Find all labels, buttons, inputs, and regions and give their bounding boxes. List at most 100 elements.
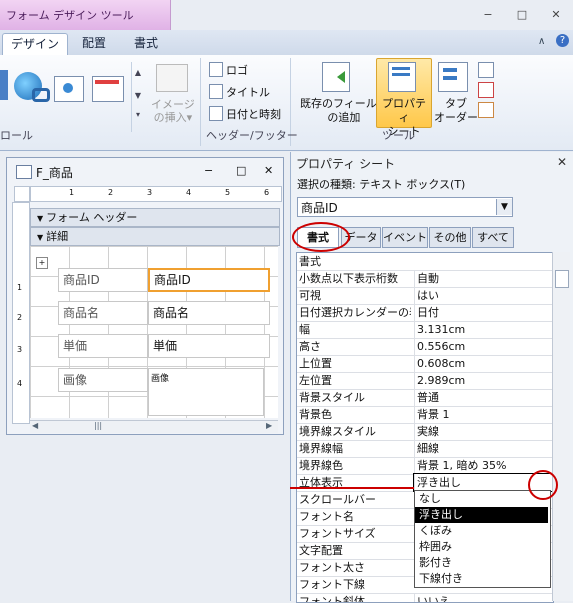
property-name: 背景スタイル xyxy=(299,391,365,404)
label-product-name[interactable]: 商品名 xyxy=(58,301,148,325)
help-icon[interactable]: ? xyxy=(556,34,569,47)
form-maximize-button[interactable]: □ xyxy=(236,164,246,177)
form-header-bar[interactable]: ▼ フォーム ヘッダー xyxy=(30,208,280,227)
property-value[interactable]: はい xyxy=(414,287,553,304)
tab-format[interactable]: 書式 xyxy=(126,33,166,54)
dropdown-arrow-icon: ▾ xyxy=(186,111,193,124)
image-frame-icon[interactable] xyxy=(54,76,84,102)
move-handle-icon[interactable]: + xyxy=(36,257,48,269)
dropdown-option[interactable]: 浮き出し xyxy=(415,507,548,523)
property-value[interactable]: いいえ xyxy=(414,593,553,602)
ptab-other[interactable]: その他 xyxy=(429,227,471,248)
image-insert-button: イメージ の挿入▾ xyxy=(151,98,195,124)
property-value[interactable]: 0.608cm xyxy=(414,355,553,372)
property-row[interactable]: 背景スタイル 普通 xyxy=(297,389,553,407)
maximize-button[interactable]: □ xyxy=(514,8,530,22)
dropdown-option[interactable]: 枠囲み xyxy=(415,539,548,555)
property-value[interactable]: 背景 1 xyxy=(414,406,553,423)
property-row[interactable]: 可視 はい xyxy=(297,287,553,305)
dropdown-option[interactable]: 影付き xyxy=(415,555,548,571)
textbox-product-name[interactable]: 商品名 xyxy=(148,301,270,325)
object-select[interactable]: 商品ID xyxy=(297,197,513,217)
form-close-button[interactable]: ✕ xyxy=(264,164,273,177)
title-button[interactable]: タイトル xyxy=(226,84,270,100)
property-row[interactable]: フォント斜体 いいえ xyxy=(297,593,553,603)
ptab-event[interactable]: イベント xyxy=(382,227,428,248)
property-row[interactable]: 背景色 背景 1 xyxy=(297,406,553,424)
property-value[interactable]: 普通 xyxy=(414,389,553,406)
convert-icon[interactable] xyxy=(478,102,494,118)
property-name: フォント太さ xyxy=(299,561,365,574)
property-row[interactable]: 左位置 2.989cm xyxy=(297,372,553,390)
property-value[interactable]: 0.556cm xyxy=(414,338,553,355)
existing-fields-line2: の追加 xyxy=(327,111,361,124)
image-control[interactable]: 画像 xyxy=(148,368,264,416)
minimize-button[interactable]: − xyxy=(480,8,496,22)
property-value[interactable]: 実線 xyxy=(414,423,553,440)
add-existing-fields-button[interactable]: 既存のフィールド の追加 xyxy=(300,97,388,125)
scroll-thumb[interactable] xyxy=(555,270,569,288)
close-button[interactable]: ✕ xyxy=(548,8,564,22)
property-row[interactable]: 境界線スタイル 実線 xyxy=(297,423,553,441)
header-footer-group-label: ヘッダー/フッター xyxy=(206,129,298,142)
datetime-button[interactable]: 日付と時刻 xyxy=(226,106,281,122)
scroll-grip-icon[interactable]: ||| xyxy=(94,421,102,430)
logo-button[interactable]: ロゴ xyxy=(226,62,248,78)
dropdown-option[interactable]: なし xyxy=(415,491,548,507)
dropdown-option[interactable]: 下線付き xyxy=(415,571,548,587)
code-icon[interactable] xyxy=(478,62,494,78)
title-icon xyxy=(209,84,223,99)
ruler-mark: 2 xyxy=(17,313,23,322)
tab-arrange[interactable]: 配置 xyxy=(74,33,114,54)
label-unit-price[interactable]: 単価 xyxy=(58,334,148,358)
controls-group-label: ロール xyxy=(0,129,33,142)
control-icon[interactable] xyxy=(0,70,8,100)
form-minimize-button[interactable]: − xyxy=(204,164,213,177)
property-value[interactable]: 自動 xyxy=(414,270,553,287)
property-row[interactable]: 小数点以下表示桁数 自動 xyxy=(297,270,553,288)
image-insert-icon xyxy=(156,64,188,92)
label-image[interactable]: 画像 xyxy=(58,368,148,392)
property-value[interactable]: 3.131cm xyxy=(414,321,553,338)
property-row[interactable]: 日付選択カレンダーの表示日付 xyxy=(297,304,553,322)
object-select-arrow-icon[interactable]: ▼ xyxy=(496,199,512,215)
property-row[interactable]: 書式 xyxy=(297,253,553,271)
tab-design[interactable]: デザイン xyxy=(2,33,69,55)
textbox-unit-price[interactable]: 単価 xyxy=(148,334,270,358)
special-effect-dropdown[interactable]: なし 浮き出し くぼみ 枠囲み 影付き 下線付き xyxy=(414,490,551,588)
property-row[interactable]: 境界線色 背景 1, 暗め 35% xyxy=(297,457,553,475)
macro-icon[interactable] xyxy=(478,82,494,98)
property-scrollbar[interactable] xyxy=(552,252,570,601)
horizontal-ruler: 1 2 3 4 5 6 xyxy=(30,186,282,202)
property-row[interactable]: 幅 3.131cm xyxy=(297,321,553,339)
horizontal-scrollbar[interactable]: ◀ ||| ▶ xyxy=(30,420,278,433)
label-product-id[interactable]: 商品ID xyxy=(58,268,148,292)
detail-bar[interactable]: ▼ 詳細 xyxy=(30,227,280,246)
property-row[interactable]: 上位置 0.608cm xyxy=(297,355,553,373)
form-selector[interactable] xyxy=(14,186,30,202)
ruler-mark: 3 xyxy=(17,345,23,354)
ptab-all[interactable]: すべて xyxy=(472,227,514,248)
dropdown-option[interactable]: くぼみ xyxy=(415,523,548,539)
property-value[interactable]: 背景 1, 暗め 35% xyxy=(414,457,553,474)
property-value[interactable]: 細線 xyxy=(414,440,553,457)
scroll-right-icon[interactable]: ▶ xyxy=(266,421,272,430)
ruler-mark: 4 xyxy=(186,188,192,197)
subform-icon[interactable] xyxy=(92,76,124,102)
property-row[interactable]: 高さ 0.556cm xyxy=(297,338,553,356)
property-name: フォント斜体 xyxy=(299,595,365,603)
scroll-left-icon[interactable]: ◀ xyxy=(32,421,38,430)
form-window-title: F_商品 xyxy=(36,166,73,180)
property-row[interactable]: 境界線幅 細線 xyxy=(297,440,553,458)
tab-order-button[interactable]: タブ オーダー xyxy=(434,97,478,125)
textbox-product-id[interactable]: 商品ID xyxy=(148,268,270,292)
highlight-circle xyxy=(528,470,558,500)
tab-order-icon xyxy=(438,62,468,92)
gallery-more-icon[interactable]: ▲ ▼ ▾ xyxy=(131,62,144,132)
ribbon-minimize-icon[interactable]: ∧ xyxy=(538,36,545,47)
section-arrow-icon: ▼ xyxy=(37,233,44,242)
existing-fields-line1: 既存のフィールド xyxy=(300,97,388,110)
property-value[interactable]: 2.989cm xyxy=(414,372,553,389)
property-sheet-close-icon[interactable]: ✕ xyxy=(557,155,567,169)
property-value[interactable]: 日付 xyxy=(414,304,553,321)
